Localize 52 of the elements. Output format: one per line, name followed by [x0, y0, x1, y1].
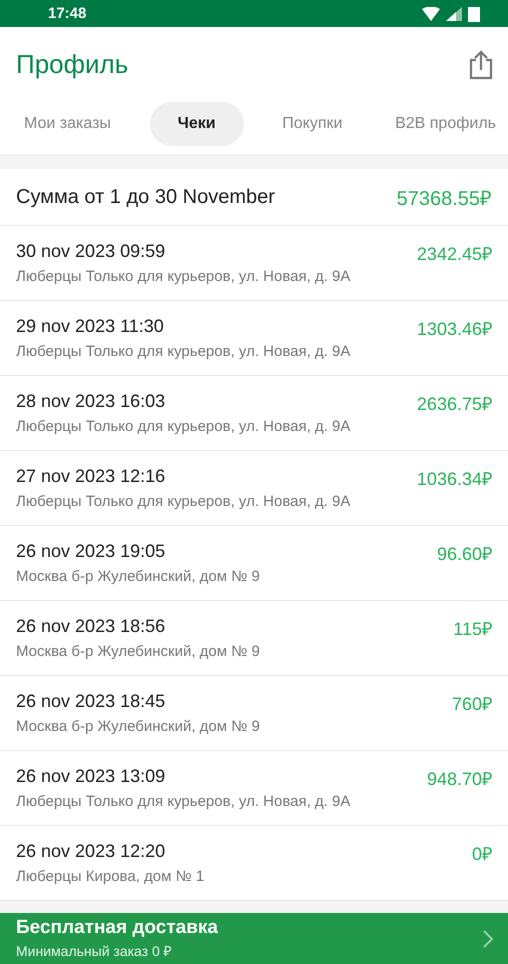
- wifi-icon: [422, 6, 440, 20]
- banner-subtitle: Минимальный заказ 0 ₽: [16, 942, 173, 960]
- tab[interactable]: Мои заказы: [10, 102, 125, 146]
- receipt-row[interactable]: 26 nov 2023 12:20 0₽ Люберцы Кирова, дом № 1: [0, 826, 508, 901]
- receipt-date: 30 nov 2023 09:59: [16, 241, 166, 263]
- receipt-address: Москва б-р Жулебинский, дом № 9: [16, 643, 261, 660]
- receipt-row[interactable]: 28 nov 2023 16:03 2636.75₽ Люберцы Только для курьеров, ул. Новая, д. 9А: [0, 376, 508, 451]
- receipt-row[interactable]: 26 nov 2023 18:56 115₽ Москва б-р Жулебинский, дом № 9: [0, 601, 508, 676]
- receipt-date: 28 nov 2023 16:03: [16, 391, 166, 413]
- receipt-address: Люберцы Только для курьеров, ул. Новая, д. 9А: [16, 793, 352, 810]
- receipt-address: Люберцы Только для курьеров, ул. Новая, д. 9А: [16, 418, 352, 435]
- receipt-row[interactable]: 26 nov 2023 13:09 948.70₽ Люберцы Только для курьеров, ул. Новая, д. 9А: [0, 751, 508, 826]
- receipt-date: 27 nov 2023 12:16: [16, 466, 166, 488]
- receipt-date: 26 nov 2023 18:56: [16, 616, 166, 638]
- summary-label: Сумма от 1 до 30 November: [16, 186, 276, 208]
- receipt-date: 26 nov 2023 18:45: [16, 691, 166, 713]
- receipt-address: Люберцы Только для курьеров, ул. Новая, д. 9А: [16, 493, 352, 510]
- chevron-right-icon: [482, 928, 494, 948]
- receipt-amount: 1303.46₽: [416, 318, 492, 340]
- receipt-date: 26 nov 2023 12:20: [16, 841, 166, 863]
- receipt-address: Москва б-р Жулебинский, дом № 9: [16, 568, 261, 585]
- summary-amount: 57368.55₽: [396, 186, 492, 210]
- receipt-row[interactable]: 27 nov 2023 12:16 1036.34₽ Люберцы Только для курьеров, ул. Новая, д. 9А: [0, 451, 508, 526]
- promo-banner[interactable]: Бесплатная доставка Минимальный заказ 0 ₽: [0, 913, 508, 964]
- receipt-amount: 2342.45₽: [416, 243, 492, 265]
- receipt-row[interactable]: 29 nov 2023 11:30 1303.46₽ Люберцы Только для курьеров, ул. Новая, д. 9А: [0, 301, 508, 376]
- signal-icon: [446, 6, 462, 20]
- receipt-amount: 115₽: [453, 618, 492, 640]
- receipt-row[interactable]: 30 nov 2023 09:59 2342.45₽ Люберцы Только для курьеров, ул. Новая, д. 9А: [0, 226, 508, 301]
- tab[interactable]: Чеки: [150, 102, 244, 146]
- status-time: 17:48: [48, 5, 88, 22]
- receipt-amount: 760₽: [452, 693, 492, 715]
- banner-title: Бесплатная доставка: [16, 917, 219, 939]
- receipt-address: Люберцы Только для курьеров, ул. Новая, д. 9А: [16, 343, 352, 360]
- receipt-row[interactable]: 26 nov 2023 18:45 760₽ Москва б-р Жулебинский, дом № 9: [0, 676, 508, 751]
- receipt-amount: 96.60₽: [436, 543, 492, 565]
- receipt-address: Люберцы Кирова, дом № 1: [16, 868, 206, 885]
- receipt-row[interactable]: 26 nov 2023 19:05 96.60₽ Москва б-р Жулебинский, дом № 9: [0, 526, 508, 601]
- receipt-amount: 0₽: [472, 843, 492, 865]
- receipt-amount: 948.70₽: [426, 768, 492, 790]
- receipt-date: 26 nov 2023 13:09: [16, 766, 166, 788]
- share-icon[interactable]: [468, 50, 494, 80]
- receipt-address: Люберцы Только для курьеров, ул. Новая, д. 9А: [16, 268, 352, 285]
- tab[interactable]: Покупки: [268, 102, 356, 146]
- receipt-address: Москва б-р Жулебинский, дом № 9: [16, 718, 261, 735]
- receipt-date: 26 nov 2023 19:05: [16, 541, 166, 563]
- tab[interactable]: B2B профиль: [381, 102, 508, 146]
- battery-icon: [468, 6, 480, 22]
- page-title: Профиль: [16, 49, 130, 80]
- receipt-date: 29 nov 2023 11:30: [16, 316, 165, 338]
- receipt-amount: 1036.34₽: [416, 468, 492, 490]
- receipt-amount: 2636.75₽: [416, 393, 492, 415]
